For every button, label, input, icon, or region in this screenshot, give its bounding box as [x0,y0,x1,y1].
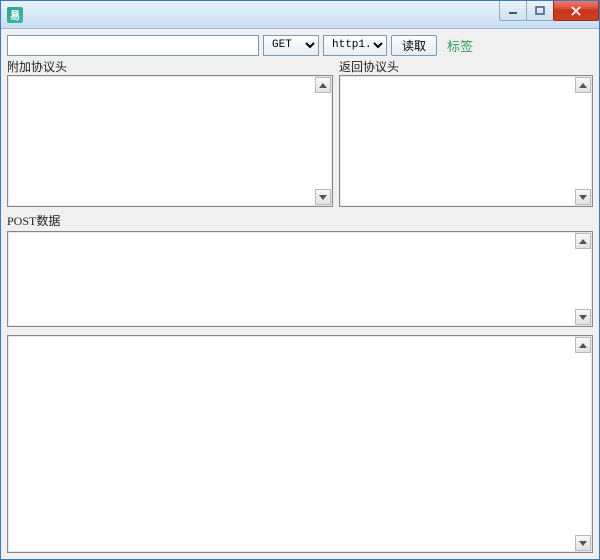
window-controls [500,1,599,21]
scroll-down-icon[interactable] [575,309,591,325]
scroll-down-icon[interactable] [575,189,591,205]
response-headers-textarea[interactable] [340,76,592,206]
url-input[interactable] [7,35,259,56]
app-window: 易 GET http1.1 读 [0,0,600,560]
app-icon: 易 [7,7,23,23]
minimize-icon [508,6,518,16]
post-data-textarea[interactable] [8,232,592,326]
request-headers-box [7,75,333,207]
titlebar: 易 [1,1,599,29]
minimize-button[interactable] [499,1,527,21]
request-headers-panel: 附加协议头 [7,59,333,207]
headers-row: 附加协议头 返回协议头 [7,59,593,209]
post-data-label: POST数据 [7,213,593,229]
scroll-up-icon[interactable] [575,337,591,353]
client-area: GET http1.1 读取 标签 附加协议头 返回协议头 [1,29,599,559]
scroll-up-icon[interactable] [575,77,591,93]
tag-label[interactable]: 标签 [447,36,473,55]
response-headers-label: 返回协议头 [339,59,593,75]
top-row: GET http1.1 读取 标签 [7,33,593,57]
response-body-textarea[interactable] [8,336,592,552]
fetch-button[interactable]: 读取 [391,35,437,56]
maximize-icon [535,6,545,16]
response-headers-box [339,75,593,207]
request-headers-label: 附加协议头 [7,59,333,75]
response-headers-panel: 返回协议头 [339,59,593,207]
request-headers-textarea[interactable] [8,76,332,206]
post-data-box [7,231,593,327]
scroll-down-icon[interactable] [575,535,591,551]
scroll-up-icon[interactable] [575,233,591,249]
close-button[interactable] [553,1,599,21]
maximize-button[interactable] [526,1,554,21]
scroll-up-icon[interactable] [315,77,331,93]
http-version-select[interactable]: http1.1 [323,35,387,56]
scroll-down-icon[interactable] [315,189,331,205]
method-select[interactable]: GET [263,35,319,56]
close-icon [570,6,582,16]
response-body-box [7,335,593,553]
